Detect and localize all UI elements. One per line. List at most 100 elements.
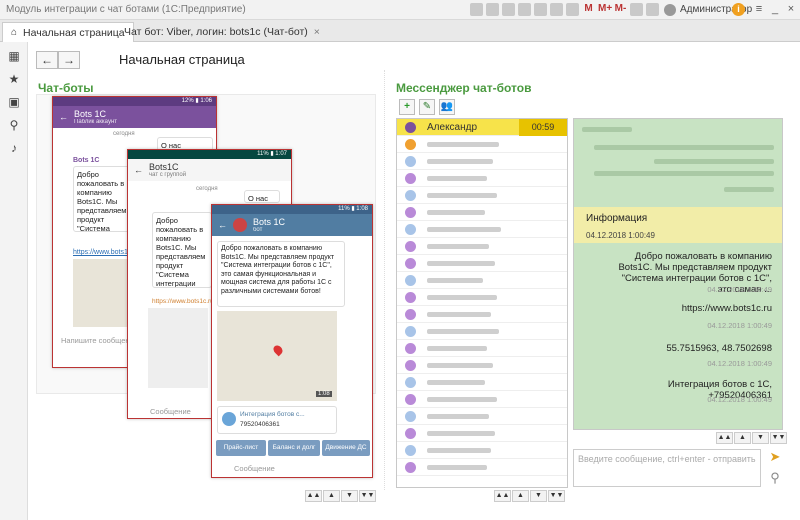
contact-row[interactable]: [397, 272, 567, 289]
contact-row[interactable]: [397, 153, 567, 170]
attach-icon[interactable]: ⚲: [768, 471, 782, 485]
whatsapp-app-bar: ← Bots1C чат с группой: [128, 159, 291, 181]
contact-row[interactable]: [397, 187, 567, 204]
contact-row[interactable]: [397, 306, 567, 323]
contact-row[interactable]: [397, 238, 567, 255]
print-icon[interactable]: [486, 3, 499, 16]
viber-icon: [405, 462, 416, 473]
whatsapp-link[interactable]: https://www.bots1c.ru: [152, 298, 214, 305]
scroll-down-button[interactable]: ▼: [752, 432, 769, 444]
contact-row[interactable]: [397, 442, 567, 459]
clipboard-icon[interactable]: [566, 3, 579, 16]
contact-row[interactable]: [397, 357, 567, 374]
zoom-icon[interactable]: [630, 3, 643, 16]
about-bubble: О нас: [244, 190, 280, 203]
history-icon[interactable]: ▣: [8, 96, 20, 108]
scroll-top-button[interactable]: ▲▲: [494, 490, 511, 502]
tab-home[interactable]: ⌂ Начальная страница: [2, 22, 134, 42]
back-button[interactable]: ←: [36, 51, 58, 69]
contact-row[interactable]: [397, 374, 567, 391]
scroll-bottom-button[interactable]: ▼▼: [548, 490, 565, 502]
telegram-icon: [405, 377, 416, 388]
close-icon[interactable]: ×: [314, 26, 320, 38]
forward-button[interactable]: →: [58, 51, 80, 69]
contact-avatar: [222, 412, 236, 426]
memory-minus-button[interactable]: M-: [614, 3, 627, 16]
contact-row[interactable]: [397, 221, 567, 238]
contact-row[interactable]: [397, 323, 567, 340]
about-text: О нас: [248, 194, 268, 203]
blurred-text: [724, 187, 774, 192]
minimize-button[interactable]: _: [768, 2, 782, 16]
history-icon[interactable]: [502, 3, 515, 16]
contact-row[interactable]: [397, 459, 567, 476]
info-icon[interactable]: i: [732, 3, 745, 16]
compose-input[interactable]: Введите сообщение, ctrl+enter - отправит…: [573, 449, 761, 487]
contact-row-selected[interactable]: Александр 00:59: [397, 119, 567, 136]
bell-icon[interactable]: ♪: [8, 142, 20, 154]
scroll-top-button[interactable]: ▲▲: [305, 490, 322, 502]
map-time: 1:08: [316, 391, 332, 397]
date-label: сегодня: [196, 186, 218, 192]
contacts-list: Александр 00:59: [396, 118, 568, 488]
title-toolbar: M M+ M-: [470, 3, 659, 16]
contact-row[interactable]: [397, 204, 567, 221]
viber-icon: [405, 343, 416, 354]
blurred-name: [427, 346, 487, 351]
tab-label: Чат бот: Viber, логин: bots1c (Чат-бот): [124, 26, 308, 38]
contact-row[interactable]: [397, 136, 567, 153]
keyboard-button-balance[interactable]: Баланс и долг: [268, 440, 320, 456]
calendar-icon[interactable]: [534, 3, 547, 16]
scroll-down-button[interactable]: ▼: [341, 490, 358, 502]
contact-row[interactable]: [397, 425, 567, 442]
telegram-input[interactable]: Сообщение: [234, 464, 275, 473]
scroll-top-button[interactable]: ▲▲: [716, 432, 733, 444]
contacts-scroll-controls: ▲▲ ▲ ▼ ▼▼: [494, 490, 565, 502]
scroll-down-button[interactable]: ▼: [530, 490, 547, 502]
messenger-toolbar: + ✎ 👥: [399, 99, 455, 115]
back-arrow-icon[interactable]: ←: [134, 165, 143, 175]
compare-icon[interactable]: [550, 3, 563, 16]
scroll-up-button[interactable]: ▲: [734, 432, 751, 444]
scroll-up-button[interactable]: ▲: [323, 490, 340, 502]
contact-card[interactable]: Интеграция ботов с... 79520406361: [217, 406, 337, 434]
contact-row[interactable]: [397, 289, 567, 306]
menu-button[interactable]: ≡: [752, 2, 766, 16]
message-time: 04.12.2018 1:00:49: [707, 395, 772, 404]
telegram-chat-subtitle: бот: [253, 227, 263, 233]
scroll-bottom-button[interactable]: ▼▼: [770, 432, 787, 444]
scroll-up-button[interactable]: ▲: [512, 490, 529, 502]
close-window-button[interactable]: ×: [784, 2, 798, 16]
blurred-name: [427, 244, 489, 249]
search-icon[interactable]: ⚲: [8, 119, 20, 131]
contact-row[interactable]: [397, 255, 567, 272]
contacts-button[interactable]: 👥: [439, 99, 455, 115]
whatsapp-input[interactable]: Сообщение: [150, 407, 191, 416]
back-arrow-icon[interactable]: ←: [218, 220, 227, 230]
chatbots-heading: Чат-боты: [38, 81, 94, 95]
contact-row[interactable]: [397, 340, 567, 357]
favorites-star-icon[interactable]: ★: [8, 73, 20, 85]
contact-row[interactable]: [397, 170, 567, 187]
save-icon[interactable]: [470, 3, 483, 16]
blurred-name: [427, 295, 497, 300]
scroll-bottom-button[interactable]: ▼▼: [359, 490, 376, 502]
telegram-icon: [405, 411, 416, 422]
notification-icon[interactable]: [646, 3, 659, 16]
contact-row[interactable]: [397, 408, 567, 425]
add-button[interactable]: +: [399, 99, 415, 115]
telegram-app-bar: ← Bots 1C бот: [212, 214, 372, 236]
send-icon[interactable]: ➤: [768, 450, 782, 464]
edit-button[interactable]: ✎: [419, 99, 435, 115]
memory-button[interactable]: M: [582, 3, 595, 16]
viber-icon: [405, 207, 416, 218]
calc-icon[interactable]: [518, 3, 531, 16]
apps-grid-icon[interactable]: ▦: [8, 50, 20, 62]
tab-chatbot-viber[interactable]: Чат бот: Viber, логин: bots1c (Чат-бот) …: [116, 22, 328, 42]
keyboard-button-cashflow[interactable]: Движение ДС: [322, 440, 370, 456]
memory-plus-button[interactable]: M+: [598, 3, 612, 16]
blurred-text: [594, 145, 774, 150]
contact-row[interactable]: [397, 391, 567, 408]
keyboard-button-price[interactable]: Прайс-лист: [216, 440, 266, 456]
back-arrow-icon[interactable]: ←: [59, 112, 68, 122]
